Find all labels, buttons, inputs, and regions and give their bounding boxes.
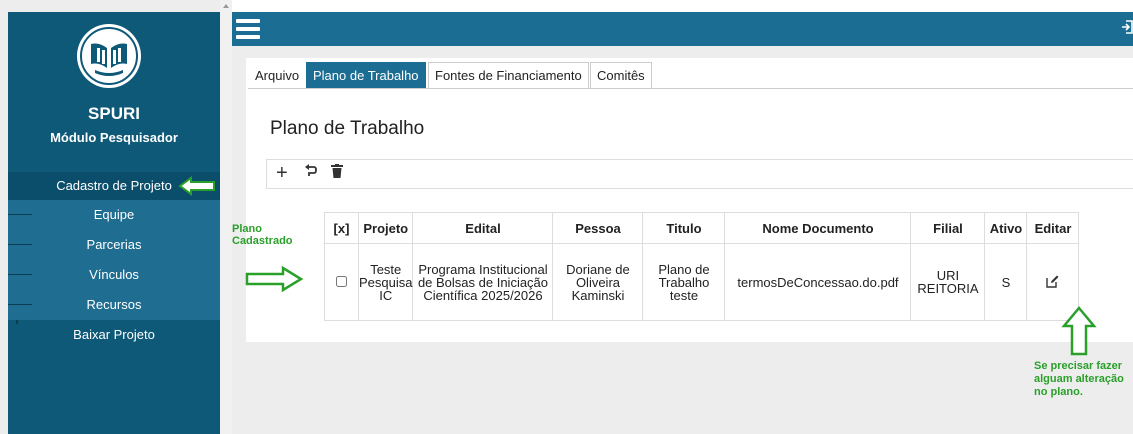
annotation-arrow-left-icon: [178, 176, 215, 196]
cell-pessoa: Doriane de Oliveira Kaminski: [552, 243, 644, 321]
col-ativo[interactable]: Ativo: [984, 212, 1028, 244]
main-content: Arquivo Plano de Trabalho Fontes de Fina…: [232, 46, 1133, 434]
annotation-plano-cadastrado: Plano Cadastrado: [232, 223, 293, 247]
col-titulo[interactable]: Titulo: [642, 212, 726, 244]
cell-titulo: Plano de Trabalho teste: [642, 243, 726, 321]
col-editar: Editar: [1026, 212, 1080, 244]
sidebar: SPURI Módulo Pesquisador Cadastro de Pro…: [0, 0, 220, 434]
sidebar-footer: [8, 358, 220, 434]
sidebar-item-recursos[interactable]: Recursos: [8, 290, 220, 320]
table-header-row: [x] Projeto Edital Pessoa Titulo Nome Do…: [324, 212, 1080, 244]
sidebar-item-parcerias[interactable]: Parcerias: [8, 230, 220, 260]
sidebar-item-label: Vínculos: [89, 267, 139, 282]
toolbar: +: [266, 159, 1133, 189]
cell-edital: Programa Institucional de Bolsas de Inic…: [412, 243, 554, 321]
sidebar-item-equipe[interactable]: Equipe: [8, 200, 220, 230]
cell-filial: URI REITORIA: [910, 243, 986, 321]
logout-icon[interactable]: [1121, 19, 1133, 40]
tab-arquivo[interactable]: Arquivo: [248, 62, 307, 88]
tab-plano-de-trabalho[interactable]: Plano de Trabalho: [306, 62, 426, 88]
app-name: SPURI: [88, 104, 140, 123]
tab-fontes-de-financiamento[interactable]: Fontes de Financiamento: [428, 62, 589, 88]
page-title: Plano de Trabalho: [270, 118, 425, 139]
col-pessoa[interactable]: Pessoa: [552, 212, 644, 244]
plano-table: [x] Projeto Edital Pessoa Titulo Nome Do…: [324, 212, 1080, 321]
col-nome-documento[interactable]: Nome Documento: [724, 212, 912, 244]
col-select: [x]: [324, 212, 359, 244]
sidebar-item-baixar-projeto[interactable]: Baixar Projeto: [8, 324, 220, 354]
trash-icon[interactable]: [331, 164, 343, 183]
menu-icon[interactable]: [236, 16, 264, 42]
cell-documento[interactable]: termosDeConcessao.do.pdf: [724, 243, 912, 321]
col-projeto[interactable]: Projeto: [357, 212, 414, 244]
logo: [77, 24, 141, 88]
content-card: Arquivo Plano de Trabalho Fontes de Fina…: [246, 58, 1133, 342]
undo-icon[interactable]: [303, 164, 317, 183]
row-select-cell: [324, 243, 359, 321]
col-edital[interactable]: Edital: [412, 212, 554, 244]
tab-comites[interactable]: Comitês: [590, 62, 652, 88]
sidebar-item-label: Cadastro de Projeto: [56, 178, 172, 193]
row-checkbox[interactable]: [336, 275, 347, 287]
sidebar-item-label: Recursos: [86, 297, 142, 312]
sidebar-item-label: Parcerias: [86, 237, 142, 252]
add-icon[interactable]: +: [276, 162, 288, 185]
app-module: Módulo Pesquisador: [50, 130, 178, 145]
scrollbar[interactable]: [220, 0, 232, 434]
sidebar-item-label: Baixar Projeto: [73, 327, 155, 342]
col-filial[interactable]: Filial: [910, 212, 986, 244]
tab-divider: [248, 88, 1133, 89]
annotation-arrow-right-icon: [245, 265, 304, 293]
cell-ativo: S: [984, 243, 1028, 321]
annotation-arrow-up-icon: [1061, 306, 1097, 356]
annotation-alteracao: Se precisar fazer alguam alteração no pl…: [1034, 360, 1124, 398]
cell-projeto: Teste Pesquisa IC: [357, 243, 414, 321]
sidebar-item-label: Equipe: [93, 207, 135, 222]
table-row[interactable]: Teste Pesquisa IC Programa Institucional…: [324, 243, 1080, 321]
top-bar: [232, 12, 1133, 46]
edit-icon[interactable]: [1046, 275, 1059, 291]
sidebar-item-vinculos[interactable]: Vínculos: [8, 260, 220, 290]
